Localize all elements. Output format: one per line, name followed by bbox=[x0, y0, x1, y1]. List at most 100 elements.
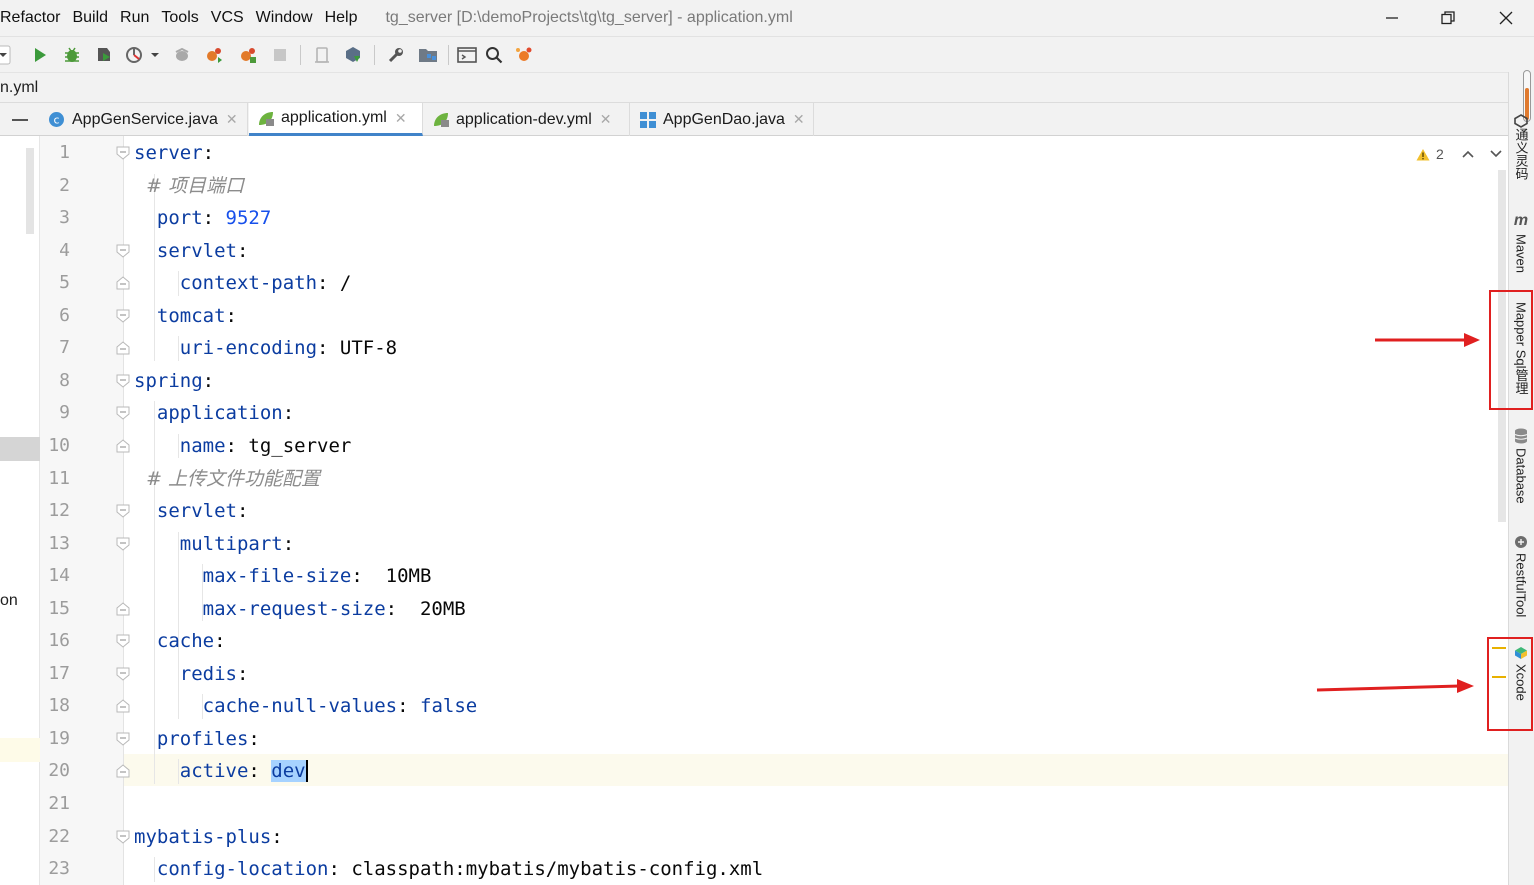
code-line[interactable]: application: bbox=[134, 397, 294, 429]
spring-debug-icon[interactable] bbox=[204, 45, 224, 65]
fold-end-icon[interactable] bbox=[116, 341, 130, 355]
maven-icon: m bbox=[1513, 212, 1529, 229]
code-comment: # 项目端口 bbox=[134, 174, 245, 197]
menu-help[interactable]: Help bbox=[319, 9, 364, 27]
toolbar-separator bbox=[374, 45, 375, 65]
yaml-value: false bbox=[420, 695, 478, 718]
close-window-button[interactable] bbox=[1478, 0, 1534, 36]
project-scrollbar[interactable] bbox=[26, 148, 34, 234]
device-icon[interactable] bbox=[312, 45, 332, 65]
menu-vcs[interactable]: VCS bbox=[205, 9, 250, 27]
code-line[interactable]: port: 9527 bbox=[134, 202, 271, 234]
menu-window[interactable]: Window bbox=[250, 9, 319, 27]
terminal-icon[interactable] bbox=[457, 45, 477, 65]
run-config-dropdown-icon[interactable] bbox=[0, 45, 12, 65]
tab-application-dev-yml[interactable]: application-dev.yml ✕ bbox=[424, 103, 630, 136]
tab-label: AppGenDao.java bbox=[663, 110, 785, 128]
close-tab-icon[interactable]: ✕ bbox=[600, 111, 612, 128]
tab-appgenservice[interactable]: c AppGenService.java ✕ bbox=[40, 103, 248, 136]
collapse-icon[interactable] bbox=[0, 103, 40, 136]
fold-end-icon[interactable] bbox=[116, 764, 130, 778]
debug-icon[interactable] bbox=[62, 45, 82, 65]
run-icon[interactable] bbox=[30, 45, 50, 65]
fold-open-icon[interactable] bbox=[116, 667, 130, 681]
close-tab-icon[interactable]: ✕ bbox=[793, 111, 805, 128]
yaml-value: : 20MB bbox=[385, 597, 466, 620]
tab-appgendao[interactable]: AppGenDao.java ✕ bbox=[631, 103, 814, 136]
code-line[interactable]: mybatis-plus: bbox=[134, 821, 283, 853]
menu-build[interactable]: Build bbox=[66, 9, 114, 27]
profile-dropdown-icon[interactable] bbox=[148, 45, 162, 65]
yaml-value: : bbox=[248, 727, 260, 750]
chevron-up-icon[interactable] bbox=[1462, 150, 1474, 158]
fold-open-icon[interactable] bbox=[116, 830, 130, 844]
menu-run[interactable]: Run bbox=[114, 9, 155, 27]
yaml-key: cache-null-values bbox=[134, 695, 398, 718]
stop-icon[interactable] bbox=[270, 45, 290, 65]
attach-debugger-icon[interactable] bbox=[172, 45, 192, 65]
code-line[interactable]: servlet: bbox=[134, 495, 249, 527]
code-line[interactable]: max-file-size: 10MB bbox=[134, 560, 432, 592]
code-line[interactable]: redis: bbox=[134, 658, 249, 690]
run-with-coverage-icon[interactable] bbox=[94, 45, 114, 65]
code-editor[interactable]: 2 bbox=[124, 136, 1508, 885]
code-line[interactable]: server: bbox=[134, 137, 214, 169]
tool-tab-tongyi[interactable]: 通义灵码 bbox=[1509, 114, 1533, 180]
line-number: 4 bbox=[59, 239, 70, 261]
code-line[interactable]: multipart: bbox=[134, 528, 294, 560]
menu-tools[interactable]: Tools bbox=[155, 9, 204, 27]
tab-application-yml[interactable]: application.yml ✕ bbox=[249, 103, 423, 136]
fold-end-icon[interactable] bbox=[116, 276, 130, 290]
breadcrumb-file[interactable]: n.yml bbox=[0, 79, 38, 97]
project-selected-row[interactable] bbox=[0, 437, 40, 461]
plugin-icon[interactable] bbox=[514, 45, 534, 65]
code-line[interactable]: cache: bbox=[134, 625, 226, 657]
fold-open-icon[interactable] bbox=[116, 732, 130, 746]
line-number: 5 bbox=[59, 272, 70, 294]
code-line[interactable]: active: dev bbox=[134, 755, 308, 787]
code-line[interactable]: # 项目端口 bbox=[134, 170, 244, 202]
fold-end-icon[interactable] bbox=[116, 439, 130, 453]
fold-end-icon[interactable] bbox=[116, 602, 130, 616]
profile-icon[interactable] bbox=[124, 45, 144, 65]
fold-open-icon[interactable] bbox=[116, 244, 130, 258]
fold-open-icon[interactable] bbox=[116, 374, 130, 388]
fold-end-icon[interactable] bbox=[116, 699, 130, 713]
code-line[interactable]: max-request-size: 20MB bbox=[134, 593, 466, 625]
yaml-key: context-path bbox=[134, 272, 318, 295]
sdk-manager-icon[interactable] bbox=[343, 45, 363, 65]
inspection-widget[interactable]: 2 bbox=[1416, 144, 1508, 164]
wrench-icon[interactable] bbox=[386, 45, 406, 65]
restore-button[interactable] bbox=[1420, 0, 1476, 36]
project-structure-icon[interactable] bbox=[418, 45, 438, 65]
minimize-button[interactable] bbox=[1364, 0, 1420, 36]
code-line[interactable]: name: tg_server bbox=[134, 430, 352, 462]
current-line-highlight bbox=[124, 754, 1508, 786]
yaml-value: : tg_server bbox=[225, 434, 352, 457]
fold-open-icon[interactable] bbox=[116, 309, 130, 323]
code-line[interactable]: # 上传文件功能配置 bbox=[134, 463, 320, 495]
fold-open-icon[interactable] bbox=[116, 406, 130, 421]
code-line[interactable]: profiles: bbox=[134, 723, 260, 755]
tool-tab-database[interactable]: Database bbox=[1509, 428, 1533, 504]
code-line[interactable]: cache-null-values: false bbox=[134, 690, 478, 722]
code-line[interactable]: uri-encoding: UTF-8 bbox=[134, 332, 397, 364]
menu-refactor[interactable]: Refactor bbox=[0, 9, 66, 27]
code-line[interactable]: tomcat: bbox=[134, 300, 237, 332]
code-line[interactable]: context-path: / bbox=[134, 267, 352, 299]
fold-open-icon[interactable] bbox=[116, 537, 130, 551]
code-line[interactable]: config-location: classpath:mybatis/mybat… bbox=[134, 853, 763, 885]
fold-open-icon[interactable] bbox=[116, 504, 130, 518]
spring-run-icon[interactable] bbox=[238, 45, 258, 65]
search-icon[interactable] bbox=[484, 45, 504, 65]
fold-open-icon[interactable] bbox=[116, 634, 130, 648]
close-tab-icon[interactable]: ✕ bbox=[226, 111, 238, 128]
tool-tab-restfultool[interactable]: RestfulTool bbox=[1509, 535, 1533, 617]
close-tab-icon[interactable]: ✕ bbox=[395, 110, 407, 127]
tool-tab-maven[interactable]: m Maven bbox=[1509, 212, 1533, 273]
code-line[interactable]: servlet: bbox=[134, 235, 249, 267]
yaml-value: : bbox=[236, 662, 249, 685]
code-line[interactable]: spring: bbox=[134, 365, 214, 397]
fold-open-icon[interactable] bbox=[116, 146, 130, 160]
chevron-down-icon[interactable] bbox=[1490, 150, 1502, 158]
